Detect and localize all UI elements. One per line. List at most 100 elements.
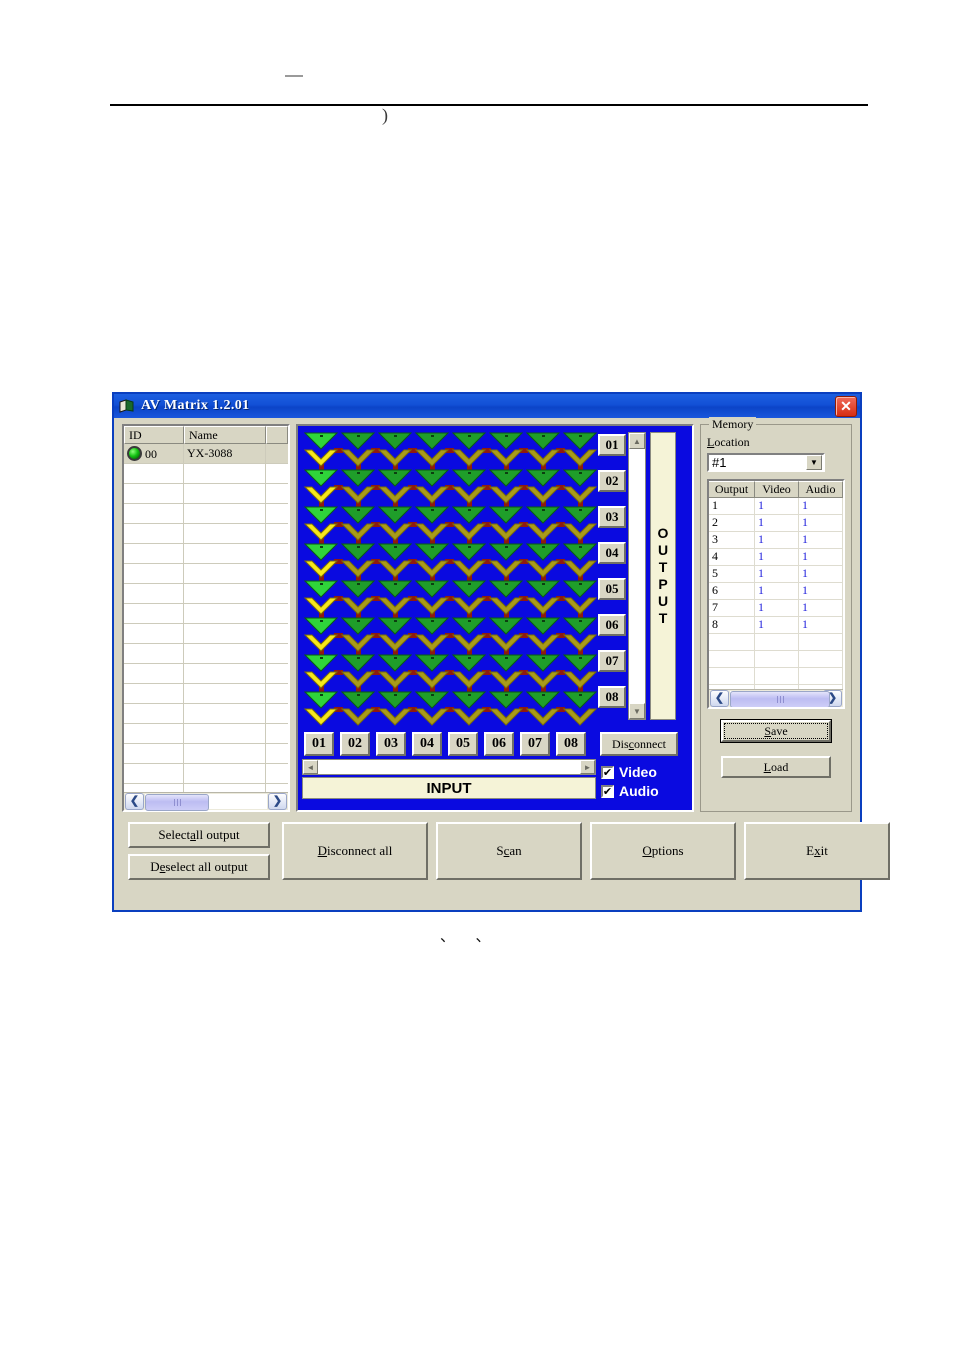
input-button-08[interactable]: 08 — [556, 732, 586, 756]
crosspoint-cell[interactable] — [340, 617, 376, 652]
input-button-07[interactable]: 07 — [520, 732, 550, 756]
crosspoint-cell[interactable] — [525, 506, 561, 541]
crosspoint-cell[interactable] — [414, 506, 450, 541]
video-checkbox[interactable]: ✔ Video — [601, 764, 657, 780]
memory-table-row-empty[interactable] — [709, 668, 843, 685]
audio-crosspoint-icon[interactable] — [303, 597, 339, 615]
crosspoint-cell[interactable] — [414, 432, 450, 467]
audio-crosspoint-icon[interactable] — [488, 486, 524, 504]
output-button-03[interactable]: 03 — [598, 506, 626, 528]
crosspoint-cell[interactable] — [340, 580, 376, 615]
device-list-row[interactable]: 00 YX-3088 — [124, 444, 288, 464]
crosspoint-cell[interactable] — [525, 617, 561, 652]
audio-crosspoint-icon[interactable] — [525, 449, 561, 467]
audio-crosspoint-icon[interactable] — [451, 671, 487, 689]
crosspoint-cell[interactable] — [377, 469, 413, 504]
audio-crosspoint-icon[interactable] — [451, 634, 487, 652]
audio-crosspoint-icon[interactable] — [525, 708, 561, 726]
crosspoint-cell[interactable] — [451, 543, 487, 578]
output-button-06[interactable]: 06 — [598, 614, 626, 636]
audio-crosspoint-icon[interactable] — [414, 671, 450, 689]
audio-crosspoint-icon[interactable] — [303, 634, 339, 652]
scroll-right-icon[interactable]: ❯ — [268, 793, 287, 810]
audio-crosspoint-icon[interactable] — [377, 597, 413, 615]
crosspoint-cell[interactable] — [525, 580, 561, 615]
output-button-02[interactable]: 02 — [598, 470, 626, 492]
crosspoint-cell[interactable] — [340, 506, 376, 541]
device-list-row-empty[interactable] — [124, 704, 288, 724]
crosspoint-cell[interactable] — [488, 432, 524, 467]
memory-table-row-empty[interactable] — [709, 651, 843, 668]
crosspoint-cell[interactable] — [340, 432, 376, 467]
crosspoint-cell[interactable] — [525, 654, 561, 689]
column-header-video[interactable]: Video — [755, 481, 799, 498]
crosspoint-cell[interactable] — [303, 580, 339, 615]
scroll-down-icon[interactable]: ▼ — [629, 703, 645, 719]
device-list-row-empty[interactable] — [124, 764, 288, 784]
crosspoint-cell[interactable] — [303, 543, 339, 578]
audio-crosspoint-icon[interactable] — [340, 634, 376, 652]
audio-crosspoint-icon[interactable] — [451, 486, 487, 504]
audio-crosspoint-icon[interactable] — [340, 597, 376, 615]
crosspoint-cell[interactable] — [377, 691, 413, 726]
input-button-02[interactable]: 02 — [340, 732, 370, 756]
audio-crosspoint-icon[interactable] — [340, 708, 376, 726]
output-button-05[interactable]: 05 — [598, 578, 626, 600]
title-bar[interactable]: AV Matrix 1.2.01 ✕ — [114, 394, 860, 418]
disconnect-button[interactable]: Dis c onnect — [600, 732, 678, 756]
crosspoint-cell[interactable] — [562, 543, 598, 578]
crosspoint-cell[interactable] — [377, 543, 413, 578]
audio-crosspoint-icon[interactable] — [488, 708, 524, 726]
load-button[interactable]: Load — [721, 756, 831, 778]
device-list-row-empty[interactable] — [124, 744, 288, 764]
output-vscrollbar[interactable]: ▲ ▼ — [628, 432, 646, 720]
input-button-04[interactable]: 04 — [412, 732, 442, 756]
device-list-hscrollbar[interactable]: ❮ ❯ — [124, 792, 288, 811]
scroll-track[interactable] — [145, 794, 267, 811]
device-list-row-empty[interactable] — [124, 504, 288, 524]
audio-crosspoint-icon[interactable] — [377, 634, 413, 652]
crosspoint-cell[interactable] — [451, 617, 487, 652]
crosspoint-cell[interactable] — [562, 580, 598, 615]
audio-crosspoint-icon[interactable] — [303, 486, 339, 504]
audio-crosspoint-icon[interactable] — [303, 708, 339, 726]
audio-crosspoint-icon[interactable] — [451, 597, 487, 615]
audio-crosspoint-icon[interactable] — [525, 634, 561, 652]
audio-crosspoint-icon[interactable] — [562, 597, 598, 615]
audio-crosspoint-icon[interactable] — [525, 560, 561, 578]
audio-crosspoint-icon[interactable] — [377, 449, 413, 467]
device-list[interactable]: ID Name 00 YX-3088 ❮ ❯ — [122, 424, 290, 812]
crosspoint-cell[interactable] — [451, 691, 487, 726]
audio-crosspoint-icon[interactable] — [562, 523, 598, 541]
audio-crosspoint-icon[interactable] — [451, 560, 487, 578]
audio-crosspoint-icon[interactable] — [377, 708, 413, 726]
crosspoint-cell[interactable] — [525, 691, 561, 726]
audio-crosspoint-icon[interactable] — [525, 486, 561, 504]
crosspoint-cell[interactable] — [303, 617, 339, 652]
scroll-thumb[interactable] — [730, 691, 830, 707]
audio-crosspoint-icon[interactable] — [303, 671, 339, 689]
input-button-06[interactable]: 06 — [484, 732, 514, 756]
audio-crosspoint-icon[interactable] — [377, 560, 413, 578]
crosspoint-cell[interactable] — [414, 654, 450, 689]
audio-crosspoint-icon[interactable] — [414, 449, 450, 467]
audio-crosspoint-icon[interactable] — [414, 523, 450, 541]
audio-crosspoint-icon[interactable] — [377, 486, 413, 504]
memory-table-row[interactable]: 811 — [709, 617, 843, 634]
crosspoint-cell[interactable] — [525, 543, 561, 578]
options-button[interactable]: Options — [590, 822, 736, 880]
crosspoint-cell[interactable] — [525, 432, 561, 467]
crosspoint-cell[interactable] — [451, 580, 487, 615]
crosspoint-cell[interactable] — [451, 506, 487, 541]
crosspoint-cell[interactable] — [377, 654, 413, 689]
audio-crosspoint-icon[interactable] — [377, 523, 413, 541]
memory-table-row-empty[interactable] — [709, 634, 843, 651]
input-hscrollbar[interactable]: ◄ ► — [302, 759, 596, 775]
crosspoint-cell[interactable] — [562, 432, 598, 467]
device-list-row-empty[interactable] — [124, 644, 288, 664]
crosspoint-cell[interactable] — [562, 691, 598, 726]
memory-table[interactable]: Output Video Audio 111211311411511611711… — [707, 479, 845, 709]
scan-button[interactable]: Sc an — [436, 822, 582, 880]
crosspoint-cell[interactable] — [340, 691, 376, 726]
audio-crosspoint-icon[interactable] — [562, 486, 598, 504]
